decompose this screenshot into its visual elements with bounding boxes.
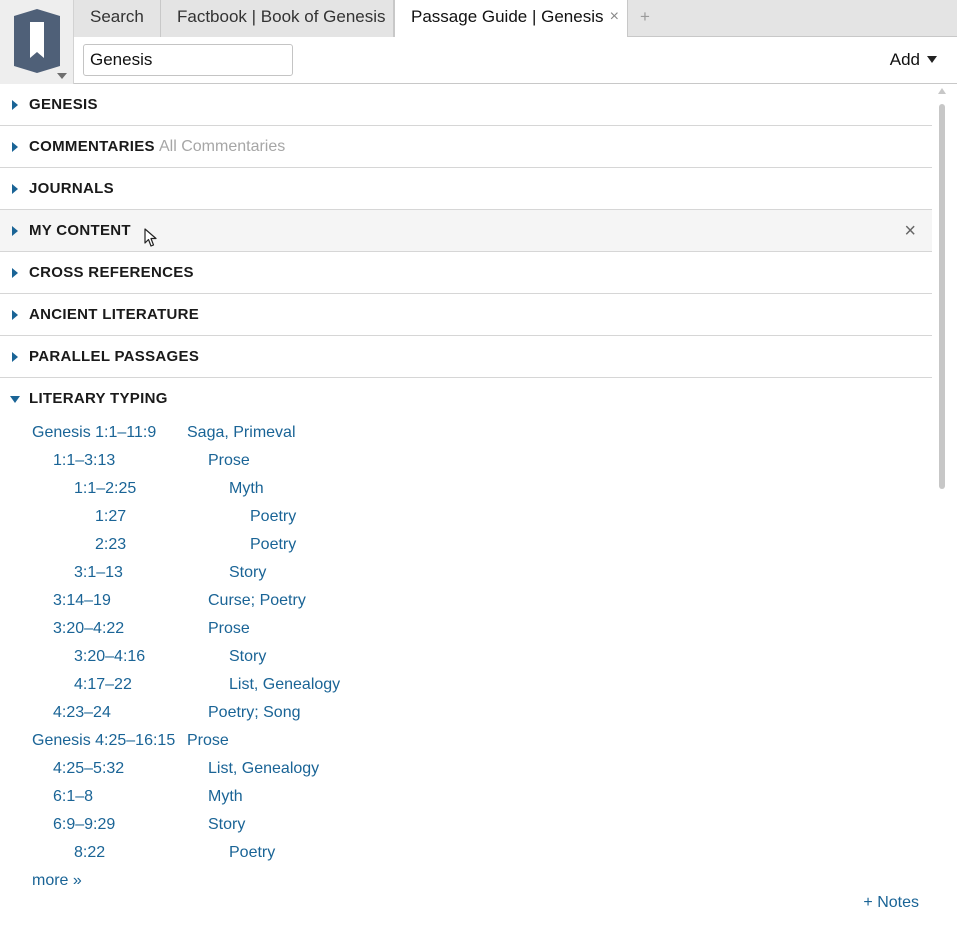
genre-link[interactable]: Curse; Poetry (208, 592, 306, 610)
caret-down-icon (927, 56, 937, 63)
genre-link[interactable]: Myth (208, 788, 243, 806)
genre-link[interactable]: Prose (208, 452, 250, 470)
literary-typing-row: 3:20–4:16 Story (0, 648, 932, 676)
passage-toolbar: Add (74, 37, 957, 84)
passage-reference-link[interactable]: 4:25–5:32 (53, 760, 124, 778)
more-link[interactable]: more » (32, 872, 82, 890)
menu-dropdown-icon (57, 73, 67, 79)
passage-guide-sections: GENESIS COMMENTARIES All Commentaries JO… (0, 84, 932, 418)
tab-label: Passage Guide | Genesis (411, 7, 604, 26)
literary-typing-row: 8:22 Poetry (0, 844, 932, 872)
section-title: LITERARY TYPING (29, 390, 168, 407)
close-tab-icon[interactable]: × (610, 0, 619, 34)
genre-link[interactable]: Poetry (250, 508, 296, 526)
section-title: CROSS REFERENCES (29, 264, 194, 281)
section-genesis[interactable]: GENESIS (0, 84, 932, 126)
section-commentaries[interactable]: COMMENTARIES All Commentaries (0, 126, 932, 168)
section-title: COMMENTARIES (29, 138, 155, 155)
genre-link[interactable]: Story (229, 648, 266, 666)
section-title: PARALLEL PASSAGES (29, 348, 200, 365)
add-button[interactable]: Add (890, 50, 937, 70)
passage-reference-link[interactable]: 3:1–13 (74, 564, 123, 582)
commentaries-collection-link[interactable]: All Commentaries (159, 138, 285, 156)
literary-typing-row: 3:14–19 Curse; Poetry (0, 592, 932, 620)
section-title: MY CONTENT (29, 222, 131, 239)
expand-triangle-icon (12, 352, 18, 362)
tab-passage-guide[interactable]: Passage Guide | Genesis × (394, 0, 628, 38)
genre-link[interactable]: List, Genealogy (229, 676, 340, 694)
passage-reference-link[interactable]: 6:9–9:29 (53, 816, 115, 834)
section-literary-typing[interactable]: LITERARY TYPING (0, 378, 932, 418)
genre-link[interactable]: Prose (208, 620, 250, 638)
literary-typing-row: 6:9–9:29 Story (0, 816, 932, 844)
passage-reference-link[interactable]: 1:1–2:25 (74, 480, 136, 498)
mouse-cursor-icon (144, 228, 157, 247)
collapse-triangle-icon (10, 396, 20, 403)
literary-typing-row: 4:23–24 Poetry; Song (0, 704, 932, 732)
section-my-content[interactable]: MY CONTENT × (0, 210, 932, 252)
passage-reference-link[interactable]: 2:23 (95, 536, 126, 554)
passage-reference-link[interactable]: 4:17–22 (74, 676, 132, 694)
literary-typing-row: 4:25–5:32 List, Genealogy (0, 760, 932, 788)
passage-reference-link[interactable]: 8:22 (74, 844, 105, 862)
passage-reference-link[interactable]: 4:23–24 (53, 704, 111, 722)
literary-typing-row: 2:23 Poetry (0, 536, 932, 564)
section-journals[interactable]: JOURNALS (0, 168, 932, 210)
literary-typing-row: 1:1–2:25 Myth (0, 480, 932, 508)
genre-link[interactable]: Poetry; Song (208, 704, 301, 722)
genre-link[interactable]: Poetry (229, 844, 275, 862)
section-title: JOURNALS (29, 180, 114, 197)
expand-triangle-icon (12, 184, 18, 194)
expand-triangle-icon (12, 226, 18, 236)
literary-typing-row: 4:17–22 List, Genealogy (0, 676, 932, 704)
genre-link[interactable]: Prose (187, 732, 229, 750)
literary-typing-row: Genesis 4:25–16:15 Prose (0, 732, 932, 760)
literary-typing-row: 3:1–13 Story (0, 564, 932, 592)
genre-link[interactable]: Saga, Primeval (187, 424, 296, 442)
passage-reference-link[interactable]: Genesis 4:25–16:15 (32, 732, 175, 750)
genre-link[interactable]: Story (229, 564, 266, 582)
bookmark-logo-icon (14, 9, 60, 73)
tab-factbook[interactable]: Factbook | Book of Genesis (161, 0, 394, 37)
genre-link[interactable]: Myth (229, 480, 264, 498)
literary-typing-row: 6:1–8 Myth (0, 788, 932, 816)
expand-triangle-icon (12, 310, 18, 320)
tab-label: Factbook | Book of Genesis (177, 7, 386, 26)
literary-typing-row: 1:27 Poetry (0, 508, 932, 536)
logos-menu-button[interactable] (0, 0, 74, 84)
passage-reference-link[interactable]: 3:14–19 (53, 592, 111, 610)
add-notes-link[interactable]: + Notes (863, 894, 919, 912)
passage-reference-link[interactable]: Genesis 1:1–11:9 (32, 424, 156, 442)
genre-link[interactable]: List, Genealogy (208, 760, 319, 778)
new-tab-icon[interactable]: + (640, 0, 650, 34)
tab-label: Search (90, 7, 144, 26)
section-parallel-passages[interactable]: PARALLEL PASSAGES (0, 336, 932, 378)
tab-search[interactable]: Search (74, 0, 161, 37)
section-title: ANCIENT LITERATURE (29, 306, 200, 323)
passage-reference-link[interactable]: 1:1–3:13 (53, 452, 115, 470)
section-cross-references[interactable]: CROSS REFERENCES (0, 252, 932, 294)
passage-reference-link[interactable]: 1:27 (95, 508, 126, 526)
genre-link[interactable]: Story (208, 816, 245, 834)
section-title: GENESIS (29, 96, 98, 113)
genre-link[interactable]: Poetry (250, 536, 296, 554)
passage-reference-link[interactable]: 3:20–4:22 (53, 620, 124, 638)
scrollbar-thumb[interactable] (939, 104, 945, 489)
reference-input[interactable] (83, 44, 293, 76)
vertical-scrollbar[interactable] (938, 88, 947, 925)
remove-section-icon[interactable]: × (904, 220, 916, 243)
expand-triangle-icon (12, 268, 18, 278)
section-ancient-literature[interactable]: ANCIENT LITERATURE (0, 294, 932, 336)
expand-triangle-icon (12, 100, 18, 110)
passage-reference-link[interactable]: 3:20–4:16 (74, 648, 145, 666)
tab-strip: Search Factbook | Book of Genesis Passag… (74, 0, 957, 38)
scroll-up-arrow-icon[interactable] (938, 88, 946, 94)
passage-reference-link[interactable]: 6:1–8 (53, 788, 93, 806)
literary-typing-row: 1:1–3:13 Prose (0, 452, 932, 480)
add-label: Add (889, 50, 920, 69)
literary-typing-row: Genesis 1:1–11:9 Saga, Primeval (0, 424, 932, 452)
literary-typing-row: 3:20–4:22 Prose (0, 620, 932, 648)
expand-triangle-icon (12, 142, 18, 152)
